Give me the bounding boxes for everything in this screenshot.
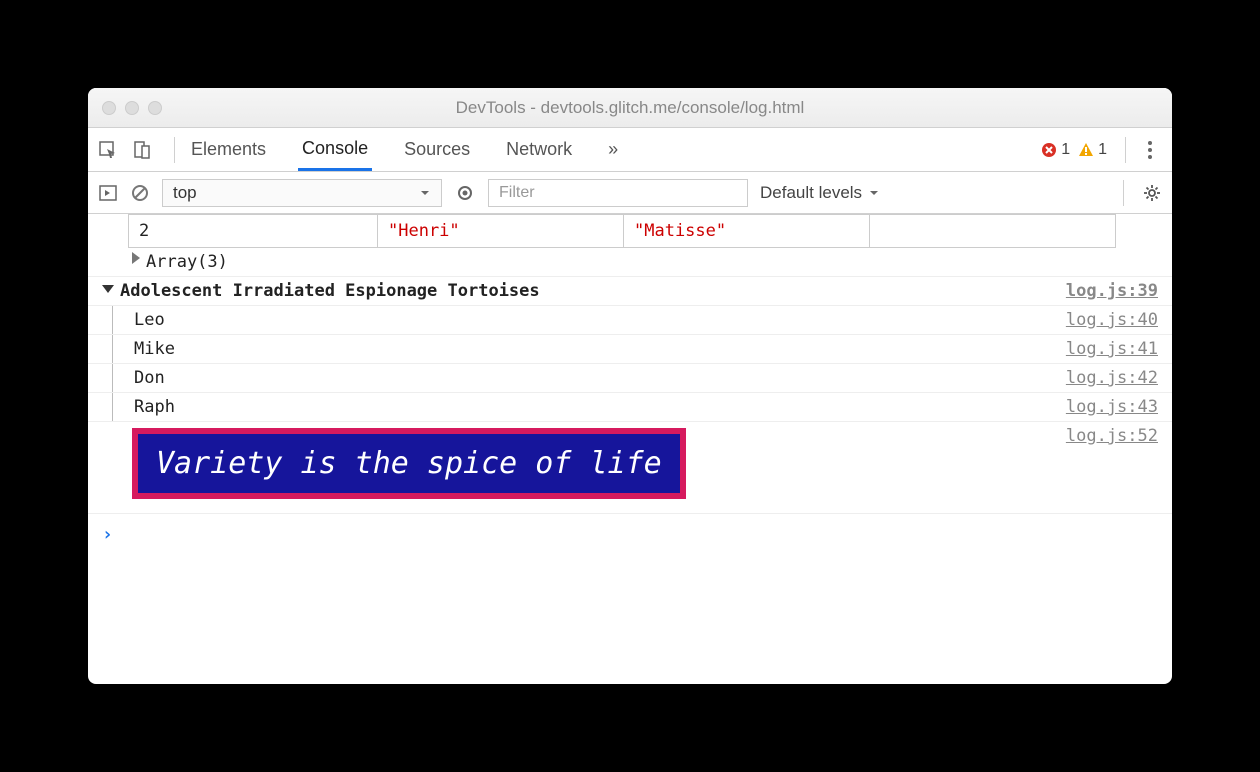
prompt-chevron-icon: › [102, 524, 113, 545]
table-cell-last: "Matisse" [624, 214, 870, 248]
zoom-window-button[interactable] [148, 101, 162, 115]
source-link[interactable]: log.js:41 [1066, 339, 1162, 359]
console-toolbar: top Default levels [88, 172, 1172, 214]
group-title: Adolescent Irradiated Espionage Tortoise… [120, 281, 540, 301]
error-count[interactable]: 1 [1041, 141, 1070, 159]
tab-console[interactable]: Console [298, 128, 372, 171]
console-group-header[interactable]: Adolescent Irradiated Espionage Tortoise… [88, 277, 1172, 306]
log-text: Don [134, 368, 165, 388]
table-cell-index: 2 [128, 214, 378, 248]
window-titlebar: DevTools - devtools.glitch.me/console/lo… [88, 88, 1172, 128]
live-expression-icon[interactable] [454, 182, 476, 204]
styled-log-line: Variety is the spice of life log.js:52 [88, 422, 1172, 514]
source-link[interactable]: log.js:39 [1066, 281, 1162, 301]
styled-log-text: Variety is the spice of life [132, 428, 686, 499]
clear-console-icon[interactable] [130, 183, 150, 203]
toggle-sidebar-icon[interactable] [98, 183, 118, 203]
tab-more[interactable]: » [604, 128, 622, 171]
tab-elements[interactable]: Elements [187, 128, 270, 171]
warning-count-value: 1 [1098, 141, 1107, 159]
console-log-line: Raph log.js:43 [88, 393, 1172, 422]
tab-sources[interactable]: Sources [400, 128, 474, 171]
console-prompt[interactable]: › [88, 514, 1172, 555]
expand-triangle-icon[interactable] [132, 252, 140, 264]
window-title: DevTools - devtools.glitch.me/console/lo… [456, 98, 805, 118]
execution-context-select[interactable]: top [162, 179, 442, 207]
traffic-lights [102, 101, 162, 115]
log-text: Mike [134, 339, 175, 359]
panel-tabs: Elements Console Sources Network » [187, 128, 622, 171]
source-link[interactable]: log.js:42 [1066, 368, 1162, 388]
source-link[interactable]: log.js:52 [1066, 426, 1162, 501]
devtools-window: DevTools - devtools.glitch.me/console/lo… [88, 88, 1172, 684]
context-value: top [173, 183, 197, 203]
warning-icon [1078, 142, 1094, 158]
console-settings-icon[interactable] [1142, 183, 1162, 203]
chevron-down-icon [868, 187, 880, 199]
console-log-line: Don log.js:42 [88, 364, 1172, 393]
close-window-button[interactable] [102, 101, 116, 115]
table-cell-empty [870, 214, 1116, 248]
log-levels-select[interactable]: Default levels [760, 183, 880, 203]
collapse-triangle-icon[interactable] [102, 285, 114, 293]
inspect-element-icon[interactable] [98, 140, 118, 160]
toggle-device-toolbar-icon[interactable] [132, 140, 152, 160]
error-icon [1041, 142, 1057, 158]
table-cell-first: "Henri" [378, 214, 624, 248]
array-summary-line[interactable]: Array(3) [88, 248, 1172, 277]
tab-network[interactable]: Network [502, 128, 576, 171]
divider [1123, 180, 1124, 206]
console-output: 2 "Henri" "Matisse" Array(3) Adolescent … [88, 214, 1172, 684]
console-log-line: Leo log.js:40 [88, 306, 1172, 335]
kebab-menu-icon[interactable] [1138, 141, 1162, 159]
minimize-window-button[interactable] [125, 101, 139, 115]
error-count-value: 1 [1061, 141, 1070, 159]
chevron-down-icon [419, 187, 431, 199]
array-summary-text: Array(3) [146, 252, 228, 272]
console-table-row: 2 "Henri" "Matisse" [128, 214, 1172, 248]
divider [1125, 137, 1126, 163]
levels-label: Default levels [760, 183, 862, 203]
source-link[interactable]: log.js:43 [1066, 397, 1162, 417]
devtools-tabbar: Elements Console Sources Network » 1 1 [88, 128, 1172, 172]
filter-input[interactable] [488, 179, 748, 207]
console-log-line: Mike log.js:41 [88, 335, 1172, 364]
log-text: Raph [134, 397, 175, 417]
source-link[interactable]: log.js:40 [1066, 310, 1162, 330]
log-text: Leo [134, 310, 165, 330]
divider [174, 137, 175, 163]
warning-count[interactable]: 1 [1078, 141, 1107, 159]
